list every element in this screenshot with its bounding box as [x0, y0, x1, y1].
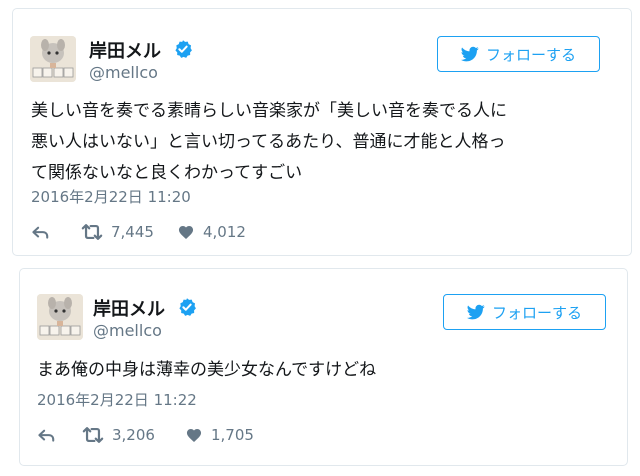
like-button[interactable]: 1,705 — [185, 426, 254, 444]
tweet-card: 岸田メル @mellco フォローする 美しい音を奏でる素晴らしい音楽家が「美し… — [12, 8, 632, 256]
tweet-card: 岸田メル @mellco フォローする まあ俺の中身は薄幸の美少女なんですけどね… — [19, 268, 628, 466]
like-button[interactable]: 4,012 — [177, 223, 246, 241]
twitter-bird-icon — [461, 45, 479, 63]
follow-button-label: フォローする — [491, 303, 582, 322]
tweet-timestamp[interactable]: 2016年2月22日 11:20 — [31, 186, 191, 207]
like-count: 1,705 — [211, 426, 254, 444]
avatar[interactable] — [37, 294, 83, 340]
follow-button[interactable]: フォローする — [443, 294, 606, 330]
display-name[interactable]: 岸田メル — [93, 295, 165, 321]
retweet-button[interactable]: 3,206 — [82, 424, 185, 446]
like-count: 4,012 — [203, 223, 246, 241]
reply-button[interactable] — [37, 426, 82, 445]
retweet-icon — [81, 221, 103, 243]
tweet-actions: 7,445 4,012 — [31, 221, 246, 243]
follow-button-label: フォローする — [485, 45, 576, 64]
tweet-text-line: 美しい音を奏でる素晴らしい音楽家が「美しい音を奏でる人に — [31, 101, 507, 121]
user-handle[interactable]: @mellco — [89, 63, 158, 82]
tweet-text-line: まあ俺の中身は薄幸の美少女なんですけどね — [37, 360, 377, 380]
tweet-actions: 3,206 1,705 — [37, 424, 254, 446]
reply-icon — [31, 223, 50, 242]
tweet-text-line: 悪い人はいない」と言い切ってるあたり、普通に才能と人格っ — [31, 132, 506, 152]
avatar[interactable] — [30, 36, 76, 82]
tweet-timestamp[interactable]: 2016年2月22日 11:22 — [37, 389, 197, 410]
retweet-button[interactable]: 7,445 — [81, 221, 177, 243]
twitter-bird-icon — [467, 303, 485, 321]
tweet-text: まあ俺の中身は薄幸の美少女なんですけどね — [37, 355, 376, 386]
tweet-text-line: て関係ないなと良くわかってすごい — [31, 163, 303, 183]
heart-icon — [177, 223, 195, 241]
follow-button[interactable]: フォローする — [437, 36, 600, 72]
reply-button[interactable] — [31, 223, 81, 242]
verified-badge-icon — [177, 297, 197, 317]
verified-badge-icon — [173, 39, 193, 59]
reply-icon — [37, 426, 56, 445]
display-name[interactable]: 岸田メル — [89, 37, 161, 63]
heart-icon — [185, 426, 203, 444]
tweet-text: 美しい音を奏でる素晴らしい音楽家が「美しい音を奏でる人に 悪い人はいない」と言い… — [31, 96, 507, 189]
retweet-count: 7,445 — [111, 223, 154, 241]
retweet-icon — [82, 424, 104, 446]
retweet-count: 3,206 — [112, 426, 155, 444]
user-handle[interactable]: @mellco — [93, 321, 162, 340]
